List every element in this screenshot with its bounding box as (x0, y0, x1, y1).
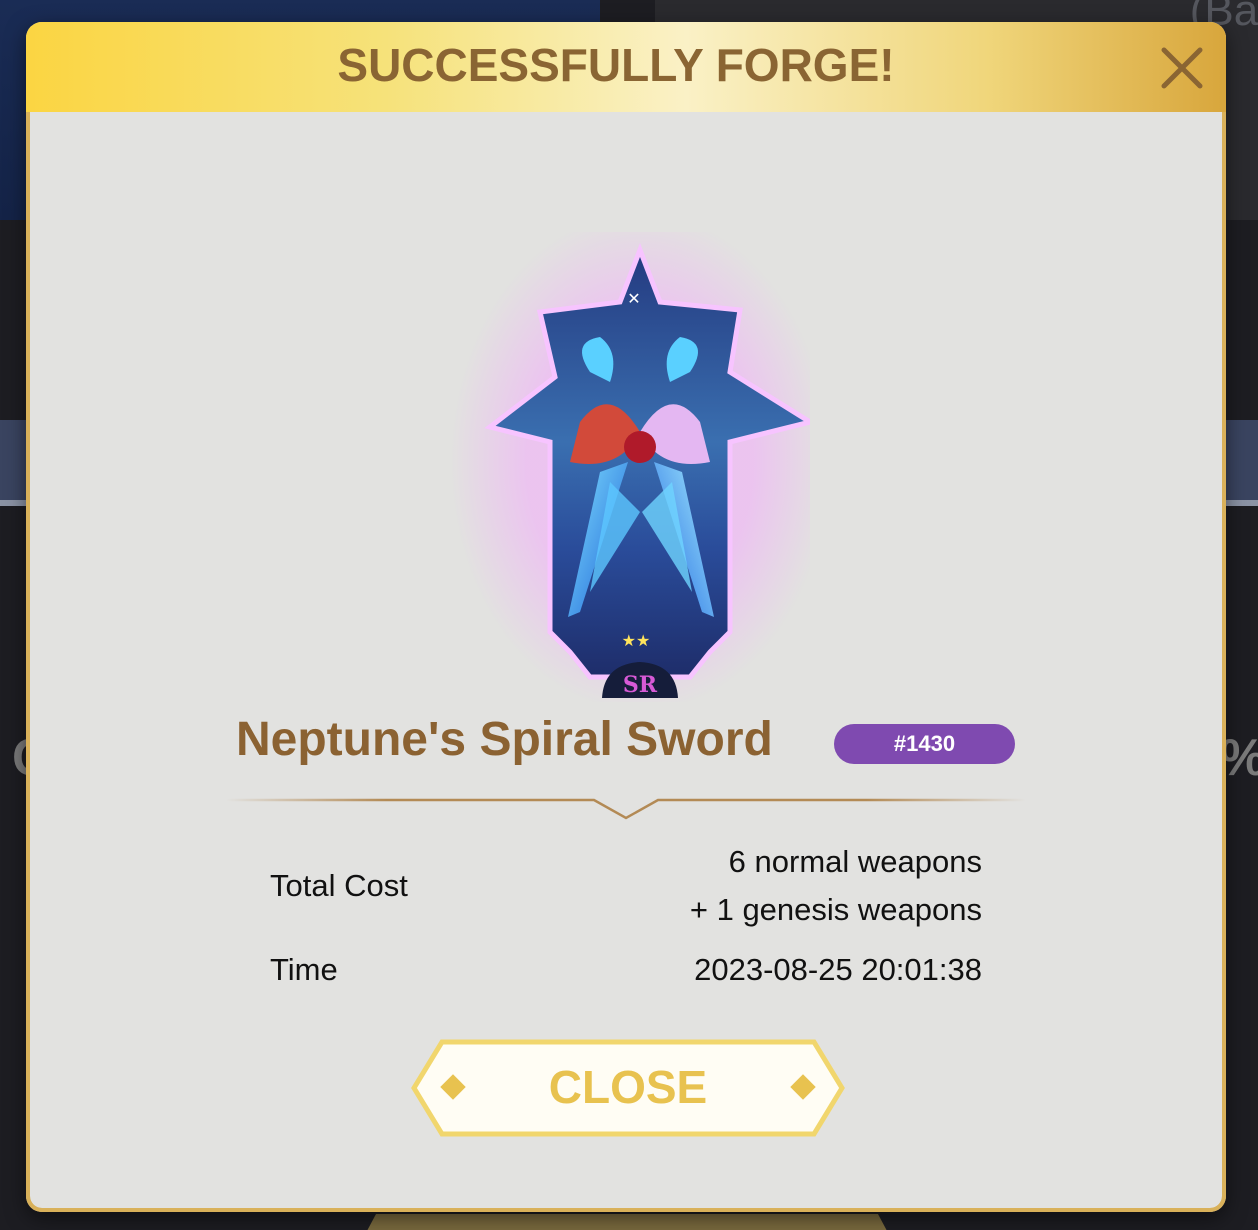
total-cost-line2: + 1 genesis weapons (689, 892, 982, 927)
item-name: Neptune's Spiral Sword (236, 713, 773, 766)
svg-text:✕: ✕ (627, 289, 640, 308)
rarity-stars: ★★ (622, 631, 651, 650)
item-id-badge: #1430 (834, 724, 1015, 764)
time-value: 2023-08-25 20:01:38 (694, 952, 982, 987)
close-button-label: CLOSE (548, 1061, 708, 1113)
modal-header: SUCCESSFULLY FORGE! (26, 22, 1226, 112)
background-bottom-tab (360, 1214, 894, 1230)
close-icon[interactable] (1158, 44, 1206, 92)
divider (226, 798, 1026, 820)
forge-result-modal: SUCCESSFULLY FORGE! ✕ ★★ SR Neptune's Sp… (26, 22, 1226, 1212)
rarity-label: SR (623, 672, 658, 698)
total-cost-label: Total Cost (270, 868, 408, 903)
weapon-card: ✕ ★★ SR (450, 232, 810, 702)
total-cost-line1: 6 normal weapons (728, 844, 982, 879)
close-button[interactable]: CLOSE (410, 1038, 846, 1138)
modal-title: SUCCESSFULLY FORGE! (337, 39, 895, 91)
time-label: Time (270, 952, 338, 987)
